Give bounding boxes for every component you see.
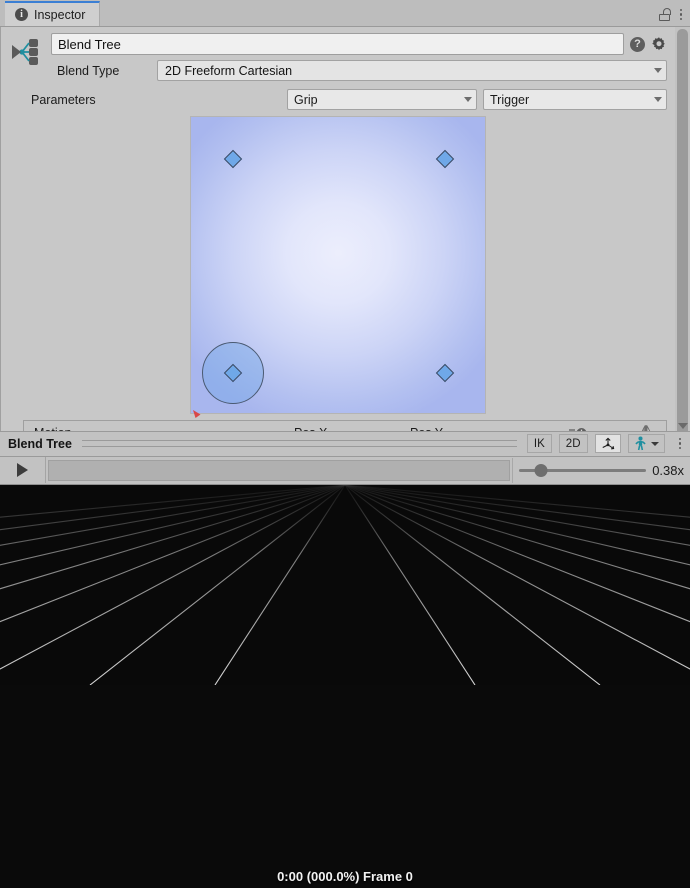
playback-bar: 0.38x [0,456,690,485]
parameter-y-dropdown[interactable]: Trigger [483,89,667,110]
pivot-axis-icon[interactable] [594,434,621,453]
humanoid-avatar-icon[interactable] [627,434,665,453]
speed-slider[interactable] [519,463,647,477]
chevron-down-icon [654,68,662,73]
tab-inspector[interactable]: i Inspector [5,1,101,26]
preview-header: Blend Tree IK 2D [0,430,690,457]
preview-divider [81,440,517,447]
blend-node-take-001[interactable] [223,149,243,169]
blend-type-dropdown[interactable]: 2D Freeform Cartesian [157,60,667,81]
gear-icon[interactable] [651,36,667,52]
column-header-pos-y: Pos Y [410,426,530,431]
blend-graph-2d[interactable] [190,116,486,418]
speed-value: 0.38x [652,462,684,478]
parameter-x-dropdown[interactable]: Grip [287,89,477,110]
header-fields: Blend Tree ? Blend Type 2D Freeform Cart… [51,33,667,81]
name-row: Blend Tree ? [51,33,667,55]
blend-type-label: Blend Type [57,63,120,78]
column-header-motion: Motion [24,426,294,431]
timeline-scrubber[interactable] [48,459,510,481]
speed-icon [530,426,626,431]
kebab-menu-icon[interactable] [678,437,681,450]
lock-icon[interactable] [658,8,671,21]
kebab-menu-icon[interactable] [679,8,682,21]
blend-tree-icon [9,35,43,69]
parameter-x-value: Grip [294,92,318,107]
blend-type-value: 2D Freeform Cartesian [165,63,293,78]
blend-type-row: Blend Type 2D Freeform Cartesian [51,60,667,81]
mirror-icon [626,425,666,431]
grid-floor [0,484,690,685]
tab-bar-actions [658,8,690,26]
inspector-scroll-pane: Blend Tree ? Blend Type 2D Freeform Cart… [1,27,675,431]
preview-title: Blend Tree [8,436,72,451]
blend-node-l-hand-fist[interactable] [435,363,455,383]
inspector-scrollbar[interactable] [675,27,690,431]
inspector-body: Blend Tree ? Blend Type 2D Freeform Cart… [0,27,690,431]
preview-viewport[interactable]: 0:00 (000.0%) Frame 0 [0,484,690,888]
scrollbar-thumb[interactable] [677,29,688,431]
speed-slider-knob[interactable] [534,463,548,477]
play-icon[interactable] [0,457,46,483]
blend-position-marker[interactable] [193,408,202,418]
help-icon[interactable]: ? [630,36,645,52]
blend-tree-name-input[interactable]: Blend Tree [51,33,624,55]
chevron-down-icon [650,441,659,446]
unity-inspector-window: i Inspector Blend Tree ? Blend Type 2D F… [0,0,690,888]
2d-toggle-button[interactable]: 2D [558,434,588,453]
scroll-down-arrow-icon[interactable] [678,422,688,429]
window-tab-bar: i Inspector [0,0,690,27]
info-icon: i [15,8,28,21]
parameter-y-value: Trigger [490,92,530,107]
blend-graph-wrapper [1,116,675,420]
chevron-down-icon [654,97,662,102]
motion-table-header: Motion Pos X Pos Y [24,421,666,431]
column-header-pos-x: Pos X [294,426,410,431]
chevron-down-icon [464,97,472,102]
preview-status-text: 0:00 (000.0%) Frame 0 [277,869,413,884]
blend-tree-header: Blend Tree ? Blend Type 2D Freeform Cart… [1,27,675,85]
parameters-label: Parameters [31,92,96,107]
playback-speed-control: 0.38x [512,457,690,483]
motion-table: Motion Pos X Pos Y [23,420,667,431]
tab-inspector-label: Inspector [34,7,86,22]
parameters-row: Parameters Grip Trigger [1,85,675,116]
ik-toggle-button[interactable]: IK [526,434,552,453]
blend-node-l-hand-pinch-anim[interactable] [435,149,455,169]
